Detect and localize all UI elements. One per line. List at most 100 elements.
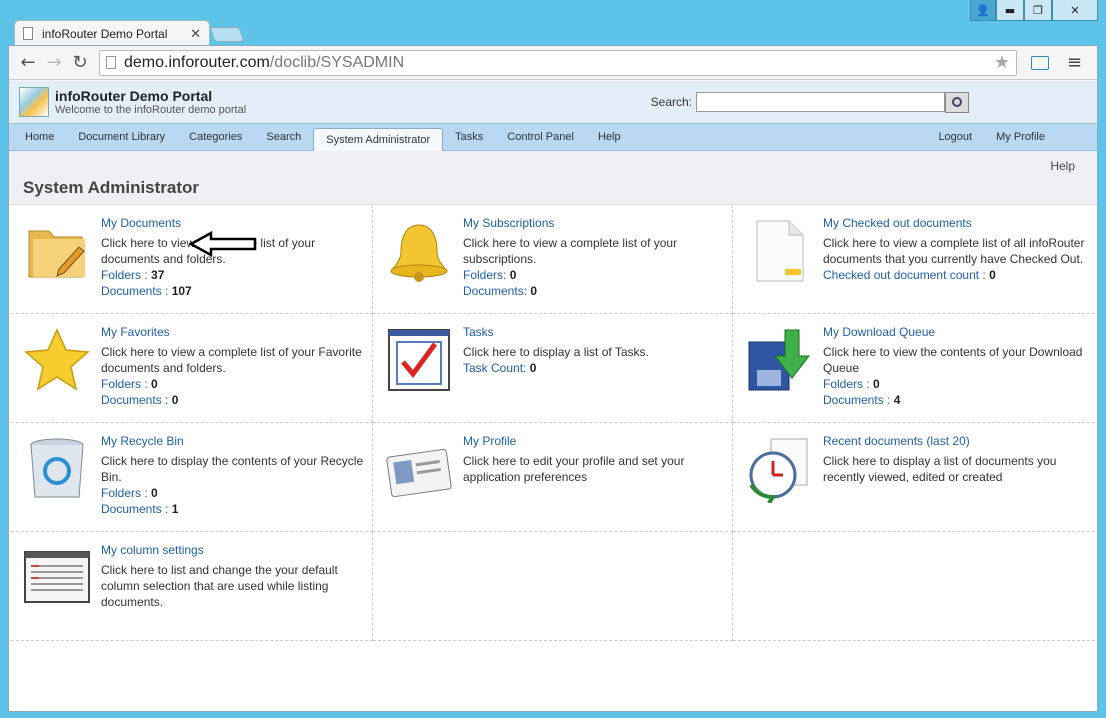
extension-icon[interactable] [1031,55,1049,70]
admin-item-my-recycle-bin[interactable]: My Recycle Bin Click here to display the … [11,423,373,532]
item-description: Click here to edit your profile and set … [463,454,685,484]
item-text: My Profile Click here to edit your profil… [455,433,732,531]
item-stat: Folders : 0 [101,485,372,501]
nav-document-library[interactable]: Document Library [66,126,177,148]
bell-icon[interactable] [383,215,455,287]
item-text: My Checked out documents Click here to vi… [815,215,1095,313]
item-title-link[interactable]: My Profile [463,433,732,449]
main-nav: Home Document Library Categories Search … [9,123,1097,151]
nav-control-panel[interactable]: Control Panel [495,126,586,148]
id-card-icon[interactable] [383,433,455,505]
admin-item-my-subscriptions[interactable]: My Subscriptions Click here to view a com… [373,205,733,314]
browser-toolbar: ← → ↻ demo.inforouter.com/doclib/SYSADMI… [9,46,1097,80]
reload-button[interactable]: ↻ [67,52,93,73]
search-button[interactable] [945,91,969,113]
back-button[interactable]: ← [15,52,41,73]
item-title-link[interactable]: My Favorites [101,324,372,340]
nav-my-profile[interactable]: My Profile [984,126,1057,148]
item-description: Click here to view a complete list of yo… [463,236,678,266]
download-icon[interactable] [743,324,815,396]
admin-item-my-documents[interactable]: My DocumentsClick here to view a complet… [11,205,373,314]
browser-tab[interactable]: infoRouter Demo Portal ✕ [14,20,210,46]
item-description: Click here to display a list of document… [823,454,1057,484]
stat-label: Folders : [101,268,152,282]
item-stat: Task Count: 0 [463,360,649,376]
stat-value: 0 [509,268,517,282]
search-label: Search: [650,95,692,109]
item-stat: Folders : 37 [101,267,372,283]
item-title-link[interactable]: My Download Queue [823,324,1095,340]
item-title-link[interactable]: Recent documents (last 20) [823,433,1095,449]
columns-window-icon[interactable] [21,542,93,614]
minimize-button[interactable]: ▬ [996,0,1024,21]
page-title: System Administrator [23,178,200,197]
document-icon[interactable] [743,215,815,287]
stat-value: 0 [989,268,996,282]
bookmark-star-icon[interactable]: ★ [994,52,1010,73]
item-title-link[interactable]: My Subscriptions [463,215,732,231]
stat-label: Folders : [101,377,152,391]
admin-item-my-download-queue[interactable]: My Download Queue Click here to view the … [733,314,1095,423]
forward-button[interactable]: → [41,52,67,73]
item-text: My DocumentsClick here to view a complet… [93,215,372,313]
admin-item-my-favorites[interactable]: My Favorites Click here to view a complet… [11,314,373,423]
stat-value: 0 [151,377,158,391]
admin-item-my-checked-out-documents[interactable]: My Checked out documents Click here to vi… [733,205,1095,314]
stat-label: Documents : [101,393,172,407]
item-stat: Folders : 0 [823,376,1095,392]
checkbox-icon[interactable] [383,324,455,396]
nav-home[interactable]: Home [13,126,66,148]
item-stat: Checked out document count : 0 [823,267,1095,283]
browser-menu-icon[interactable]: ≡ [1067,52,1082,73]
stat-value: 107 [171,284,192,298]
nav-logout[interactable]: Logout [926,126,984,148]
stat-value: 37 [151,268,165,282]
item-description: Click here to view the contents of your … [823,345,1083,375]
new-tab-button[interactable] [209,27,245,42]
nav-categories[interactable]: Categories [177,126,254,148]
stat-label: Documents : [101,284,172,298]
stat-label: Documents : [823,393,894,407]
item-title-link[interactable]: Tasks [463,324,649,340]
search-input[interactable] [696,92,945,112]
search-icon [952,97,962,107]
browser-window: ← → ↻ demo.inforouter.com/doclib/SYSADMI… [8,45,1098,712]
stat-value: 0 [530,284,538,298]
item-description: Click here to view a complete list of yo… [101,345,362,375]
folder-icon[interactable] [21,215,93,287]
url-host: demo.inforouter.com [124,53,270,71]
stat-label: Task Count: [463,361,530,375]
nav-search[interactable]: Search [254,126,313,148]
item-stat: Documents: 0 [463,283,732,299]
search-area: Search: [650,91,969,113]
item-text: My Favorites Click here to view a complet… [93,324,372,422]
nav-help[interactable]: Help [586,126,633,148]
maximize-button[interactable]: ❐ [1024,0,1052,21]
admin-item-my-profile[interactable]: My Profile Click here to edit your profil… [373,423,733,532]
admin-item-recent-documents-last-20[interactable]: Recent documents (last 20) Click here to … [733,423,1095,532]
stat-label: Folders: [463,268,510,282]
recycle-bin-icon[interactable] [21,433,93,505]
admin-item-tasks[interactable]: Tasks Click here to display a list of Tas… [373,314,733,423]
item-title-link[interactable]: My column settings [101,542,372,558]
page-icon [23,27,33,40]
nav-system-administrator[interactable]: System Administrator [313,128,444,151]
item-stat: Folders: 0 [463,267,732,283]
item-text: Tasks Click here to display a list of Tas… [455,324,649,422]
help-link[interactable]: Help [1050,159,1075,173]
item-title-link[interactable]: My Documents [101,215,372,231]
admin-item-my-column-settings[interactable]: My column settings Click here to list and… [11,532,373,641]
portal-subtitle: Welcome to the infoRouter demo portal [55,104,247,116]
clock-icon[interactable] [743,433,815,505]
admin-grid: My Documents Click here to view a complet… [11,205,1095,641]
nav-tasks[interactable]: Tasks [443,126,495,148]
user-icon[interactable]: 👤 [970,0,996,21]
item-text: Recent documents (last 20) Click here to … [815,433,1095,531]
star-icon[interactable] [21,324,93,396]
page-info-icon[interactable] [106,56,116,69]
close-window-button[interactable]: ✕ [1052,0,1098,21]
tab-close-icon[interactable]: ✕ [190,26,201,42]
item-title-link[interactable]: My Checked out documents [823,215,1095,231]
item-title-link[interactable]: My Recycle Bin [101,433,372,449]
address-bar[interactable]: demo.inforouter.com/doclib/SYSADMIN ★ [99,49,1017,76]
